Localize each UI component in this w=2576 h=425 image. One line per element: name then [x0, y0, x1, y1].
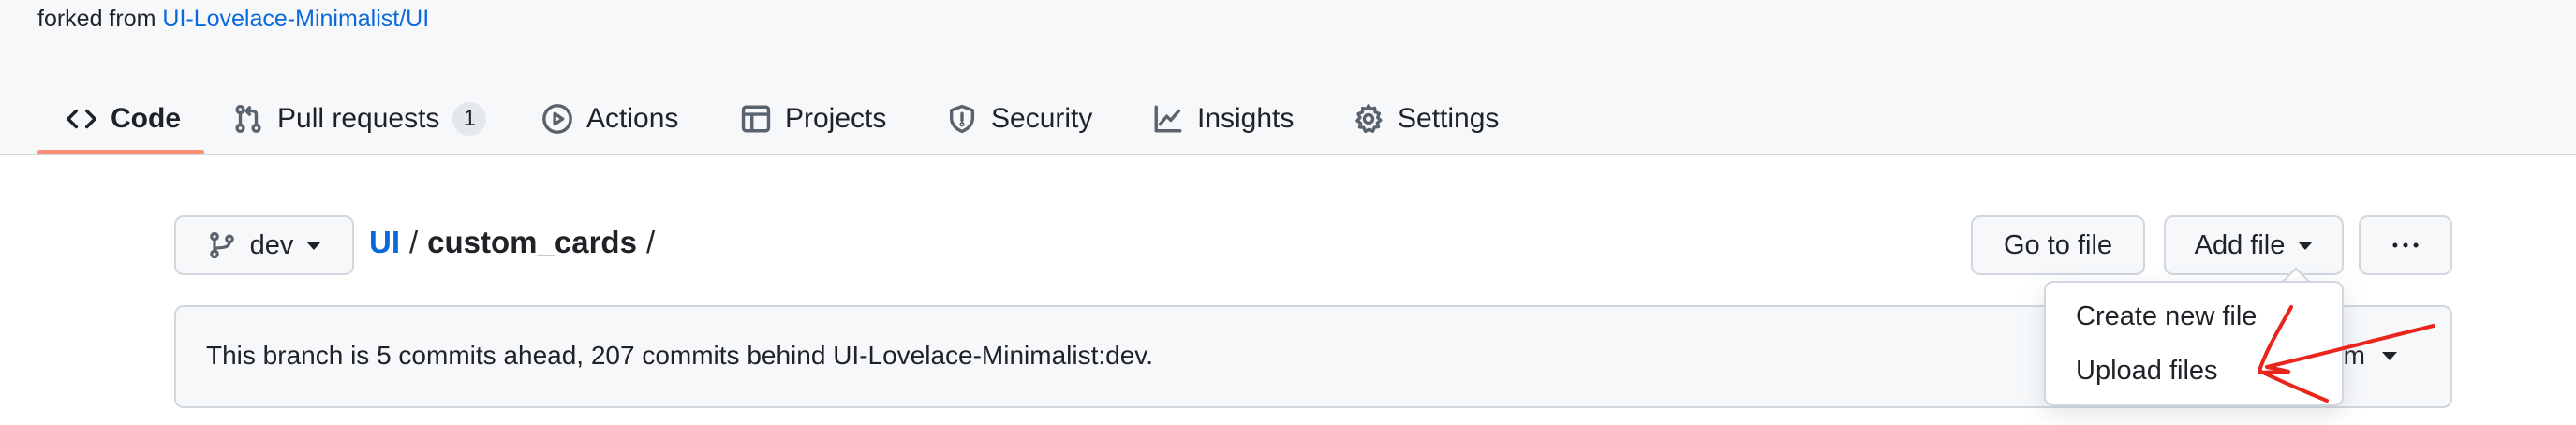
more-options-button[interactable]	[2359, 215, 2452, 275]
forked-from-link[interactable]: UI-Lovelace-Minimalist/UI	[162, 6, 429, 32]
tab-label: Security	[991, 103, 1093, 134]
chevron-down-icon	[2298, 241, 2314, 250]
menu-item-upload-files[interactable]: Upload files	[2076, 356, 2218, 387]
tab-insights[interactable]: Insights	[1152, 82, 1294, 155]
breadcrumb-current-dir: custom_cards	[427, 225, 637, 259]
branch-label: dev	[249, 229, 294, 260]
kebab-horizontal-icon	[2392, 242, 2419, 248]
tab-label: Insights	[1197, 103, 1295, 134]
tab-actions[interactable]: Actions	[541, 82, 678, 155]
go-to-file-label: Go to file	[2003, 229, 2113, 260]
selected-tab-underline	[37, 150, 204, 154]
tab-label: Settings	[1398, 103, 1500, 134]
breadcrumb-separator: /	[409, 225, 419, 259]
table-icon	[741, 105, 771, 133]
tab-code[interactable]: Code	[66, 82, 181, 155]
graph-icon	[1154, 105, 1182, 133]
add-file-dropdown-menu: Create new file Upload files	[2044, 281, 2344, 406]
tab-label: Actions	[586, 103, 679, 134]
branch-select-button[interactable]: dev	[174, 215, 354, 275]
add-file-label: Add file	[2194, 229, 2286, 260]
pull-requests-counter: 1	[452, 102, 487, 136]
repo-header: forked from UI-Lovelace-Minimalist/UI Co…	[0, 0, 2576, 155]
tab-pull-requests[interactable]: Pull requests 1	[232, 82, 487, 155]
gear-icon	[1355, 104, 1383, 134]
branch-status-text: This branch is 5 commits ahead, 207 comm…	[206, 341, 1154, 370]
menu-item-create-new-file[interactable]: Create new file	[2076, 301, 2257, 332]
chevron-down-icon	[2381, 351, 2397, 360]
tab-label: Projects	[785, 103, 887, 134]
tab-projects[interactable]: Projects	[740, 82, 886, 155]
tab-settings[interactable]: Settings	[1353, 82, 1499, 155]
git-branch-icon	[209, 231, 234, 259]
forked-from-text: forked from UI-Lovelace-Minimalist/UI	[37, 6, 429, 33]
breadcrumb-repo-link[interactable]: UI	[369, 225, 400, 260]
tab-label: Pull requests	[277, 103, 440, 134]
tab-label: Code	[111, 103, 181, 134]
chevron-down-icon	[306, 241, 322, 250]
forked-prefix: forked from	[37, 6, 156, 32]
go-to-file-button[interactable]: Go to file	[1971, 215, 2145, 275]
add-file-button[interactable]: Add file	[2164, 215, 2344, 275]
pull-request-icon	[235, 104, 261, 134]
breadcrumb-separator: /	[645, 225, 656, 259]
tab-security[interactable]: Security	[946, 82, 1092, 155]
code-icon	[67, 109, 96, 129]
shield-icon	[949, 104, 975, 134]
breadcrumb: UI / custom_cards /	[369, 225, 655, 260]
play-icon	[542, 104, 572, 134]
